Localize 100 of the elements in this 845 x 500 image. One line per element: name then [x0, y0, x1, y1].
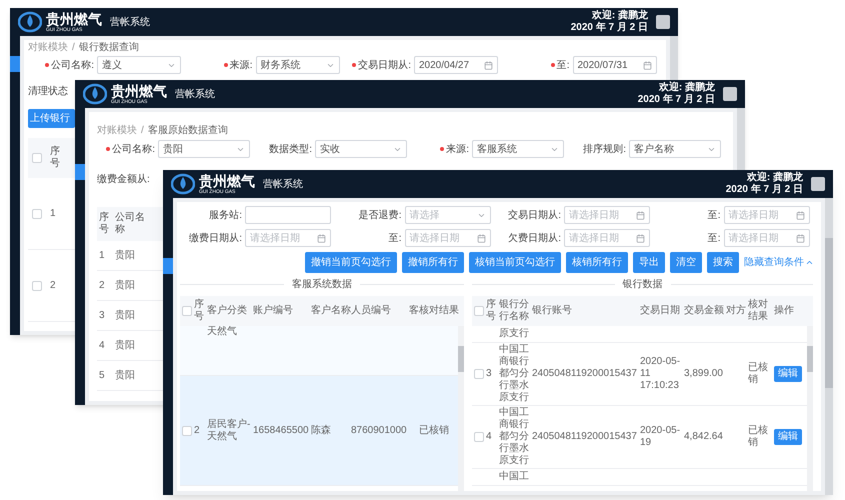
table-cell-text: 4 — [99, 339, 106, 353]
select-field[interactable]: 实收 — [315, 140, 407, 158]
table-cell-text: 贵阳 — [115, 308, 135, 323]
table-scrollbar[interactable] — [807, 326, 813, 491]
table-cell-text: 贵阳 — [115, 368, 135, 383]
sidebar-highlight[interactable] — [163, 258, 173, 274]
date-field[interactable]: 2020/07/31 — [572, 56, 656, 74]
action-button[interactable]: 清空 — [670, 252, 702, 273]
current-date: 2020 年 7 月 2 日 — [570, 22, 648, 34]
date-field[interactable]: 2020/04/27 — [414, 56, 498, 74]
action-button[interactable]: 导出 — [633, 252, 665, 273]
system-name: 营帐系统 — [263, 178, 303, 192]
field-label: 缴费金额从: — [97, 172, 151, 187]
field-label: 公司名称: — [112, 142, 155, 156]
edit-button[interactable]: 编辑 — [774, 366, 802, 382]
checkbox[interactable] — [32, 280, 42, 290]
table-cell-text: 中国工商银行都匀分行墨水原支行 — [499, 344, 530, 404]
action-button[interactable]: 撤销当前页勾选行 — [305, 252, 397, 273]
column-header: 核对结果 — [419, 305, 459, 317]
brand-name: 贵州燃气 — [111, 84, 167, 98]
table-cell: 1658465500 — [253, 424, 309, 436]
checkbox[interactable] — [182, 426, 192, 436]
column-header: 银行账号 — [532, 305, 572, 317]
chevron-up-icon — [805, 258, 814, 267]
column-header: 客户名称 — [311, 305, 351, 317]
field-label: 至: — [708, 208, 720, 222]
table-row[interactable]: 天然气 — [180, 326, 458, 376]
table-row[interactable]: 中国工 — [472, 469, 807, 486]
field-label: 来源: — [446, 142, 469, 156]
checkbox[interactable] — [32, 153, 42, 163]
field-label: 服务站: — [209, 208, 242, 222]
breadcrumb-link[interactable]: 对账模块 — [97, 124, 137, 137]
calendar-icon — [476, 234, 486, 242]
scrollbar-thumb[interactable] — [807, 346, 813, 372]
close-button[interactable] — [723, 87, 737, 101]
table-cell-text: 2020-05-19 — [640, 425, 682, 449]
action-button[interactable]: 搜索 — [707, 252, 739, 273]
edit-button[interactable]: 编辑 — [774, 429, 802, 445]
checkbox[interactable] — [474, 369, 484, 379]
close-button[interactable] — [811, 177, 825, 191]
column-header: 序号 — [99, 212, 109, 236]
table-cell: 4,842.64 — [684, 431, 723, 443]
welcome-text: 欢迎: 龚鹏龙 — [658, 82, 715, 94]
table-cell: 2405048119200015437 — [532, 368, 637, 380]
table-cell: 天然气 — [207, 326, 237, 338]
checkbox[interactable] — [32, 208, 42, 218]
action-button[interactable]: 核销当前页勾选行 — [469, 252, 561, 273]
close-button[interactable] — [656, 15, 670, 29]
table-cell: 中国工 — [499, 471, 529, 483]
column-header: 序号 — [486, 299, 497, 323]
table-scrollbar[interactable] — [458, 326, 464, 491]
table-row[interactable]: 原支行 — [472, 326, 807, 343]
select-field[interactable]: 遵义 — [97, 56, 181, 74]
checkbox[interactable] — [474, 432, 484, 442]
section-title: 银行数据 — [622, 278, 662, 292]
table-cell: 2405048119200015437 — [532, 431, 637, 443]
table-cell-text: 已核销 — [748, 425, 769, 449]
window-scrollbar[interactable] — [825, 198, 833, 495]
brand-name: 贵州燃气 — [199, 174, 255, 188]
breadcrumb-current: 客服原始数据查询 — [148, 124, 228, 137]
scrollbar-thumb[interactable] — [825, 238, 833, 388]
table-cell: 2 — [194, 424, 200, 436]
field-label: 排序规则: — [583, 142, 626, 156]
calendar-icon — [636, 210, 645, 220]
calendar-icon — [796, 210, 804, 220]
scrollbar-thumb[interactable] — [458, 346, 464, 372]
table-cell-text: 1 — [99, 249, 106, 263]
breadcrumb-link[interactable]: 对账模块 — [28, 41, 68, 54]
welcome-text: 欢迎: 龚鹏龙 — [746, 172, 803, 184]
droplet-logo-icon — [171, 173, 195, 195]
checkbox[interactable] — [474, 306, 484, 316]
field-label: 是否退费: — [358, 208, 402, 222]
sidebar-highlight[interactable] — [10, 56, 20, 72]
input-field[interactable] — [245, 206, 331, 224]
action-button[interactable]: 撤销所有行 — [402, 252, 464, 273]
select-field[interactable]: 客服系统 — [472, 140, 564, 158]
current-date: 2020 年 7 月 2 日 — [638, 94, 715, 106]
column-header: 核对结果 — [748, 299, 769, 323]
table-cell-text: 3 — [99, 309, 106, 323]
table-cell-text: 2 — [50, 279, 56, 293]
checkbox[interactable] — [182, 306, 192, 316]
column-header: 交易金额 — [684, 305, 724, 317]
select-field[interactable]: 财务系统 — [256, 56, 340, 74]
window-scrollbar[interactable] — [670, 36, 678, 80]
table-cell-text: 贵阳 — [115, 278, 135, 293]
system-name: 营帐系统 — [175, 88, 215, 102]
breadcrumb-separator: / — [141, 124, 144, 137]
select-field[interactable]: 贵阳 — [158, 140, 250, 158]
brand-name: 贵州燃气 — [46, 12, 102, 26]
upload-button[interactable]: 上传银行 — [28, 109, 75, 128]
table-cell: 3 — [486, 368, 492, 380]
table-cell-text: 2 — [99, 279, 106, 293]
window-scrollbar[interactable] — [737, 108, 745, 170]
toggle-filters-link[interactable]: 隐藏查询条件 — [744, 255, 814, 270]
select-field[interactable]: 客户名称 — [629, 140, 721, 158]
table-cell: 陈森 — [311, 424, 331, 436]
action-button[interactable]: 核销所有行 — [566, 252, 628, 273]
table-cell: 4 — [486, 431, 492, 443]
column-header: 账户编号 — [253, 305, 293, 317]
sidebar-highlight[interactable] — [75, 164, 85, 180]
